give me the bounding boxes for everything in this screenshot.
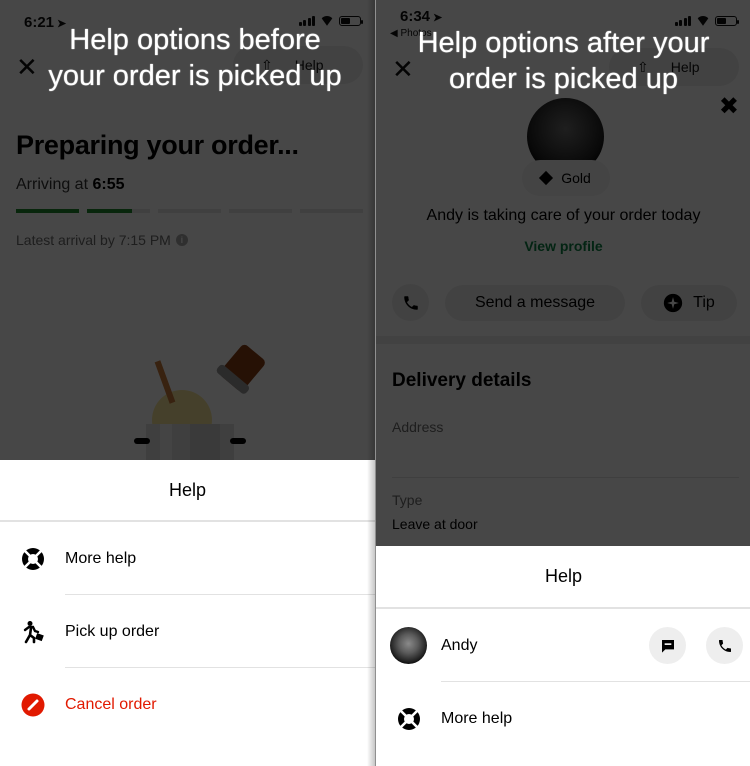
courier-avatar-small xyxy=(390,627,427,664)
left-phone-screen: 6:21➤ ✕ ⇧ Help Preparing your order... A… xyxy=(0,0,375,766)
sheet-title: Help xyxy=(376,546,750,609)
cancel-order-item[interactable]: Cancel order xyxy=(0,668,375,741)
courier-contact-row[interactable]: Andy xyxy=(376,609,750,682)
more-help-item[interactable]: More help xyxy=(0,522,375,595)
caption-after-pickup: Help options after your order is picked … xyxy=(417,27,710,95)
caption-before-pickup: Help options before your order is picked… xyxy=(48,24,342,92)
chat-icon xyxy=(661,639,674,653)
message-courier-button[interactable] xyxy=(649,627,686,664)
cancel-icon xyxy=(21,693,44,716)
phone-icon xyxy=(718,639,731,652)
call-courier-button[interactable] xyxy=(706,627,743,664)
walking-person-icon xyxy=(23,620,44,643)
lifebuoy-icon xyxy=(397,707,420,730)
more-help-item[interactable]: More help xyxy=(376,682,750,755)
lifebuoy-icon xyxy=(21,547,44,570)
help-bottom-sheet: Help More help Pick up order Cancel orde… xyxy=(0,460,375,766)
comparison-stage: 6:21➤ ✕ ⇧ Help Preparing your order... A… xyxy=(0,0,750,766)
sheet-title: Help xyxy=(0,460,375,522)
pick-up-order-item[interactable]: Pick up order xyxy=(0,595,375,668)
courier-name: Andy xyxy=(441,636,478,654)
help-bottom-sheet: Help Andy More help xyxy=(376,546,750,766)
right-phone-screen: 6:34➤ ◀ Photos ✕ ⇧ Help ✖ Gold Andy is t… xyxy=(375,0,750,766)
